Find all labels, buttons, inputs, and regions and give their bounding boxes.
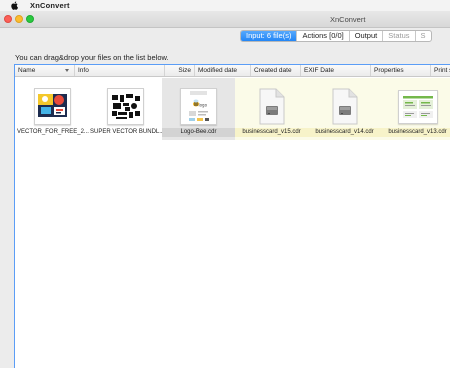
file-item[interactable]: logo Logo-Bee.cdr <box>162 78 235 140</box>
column-info[interactable]: Info <box>75 65 165 76</box>
tab-settings[interactable]: S <box>416 31 431 41</box>
column-print-size[interactable]: Print s <box>431 65 450 76</box>
tab-actions[interactable]: Actions [0/0] <box>297 31 350 41</box>
toolbar: Input: 6 file(s) Actions [0/0] Output St… <box>0 28 450 44</box>
column-name-label: Name <box>18 67 36 74</box>
column-modified-date[interactable]: Modified date <box>195 65 251 76</box>
file-item[interactable]: VECTOR_FOR_FREE_2... <box>16 78 89 140</box>
zoom-window-button[interactable] <box>26 15 34 23</box>
file-list[interactable]: Name Info Size Modified date Created dat… <box>14 64 450 368</box>
file-name: businesscard_v14.cdr <box>308 128 381 137</box>
file-item[interactable]: SUPER VECTOR BUNDL... <box>89 78 162 140</box>
file-item[interactable]: businesscard_v15.cdr <box>235 78 308 140</box>
drag-drop-hint: You can drag&drop your files on the list… <box>15 53 169 62</box>
logo-bee-thumbnail: logo <box>180 88 217 125</box>
window-title: XnConvert <box>330 15 366 24</box>
file-name: SUPER VECTOR BUNDL... <box>90 129 162 135</box>
column-exif-date[interactable]: EXIF Date <box>301 65 371 76</box>
colorful-vector-thumbnail <box>34 88 71 125</box>
file-name: VECTOR_FOR_FREE_2... <box>17 129 89 135</box>
svg-text:logo: logo <box>199 103 208 108</box>
column-created-date[interactable]: Created date <box>251 65 301 76</box>
app-menu[interactable]: XnConvert <box>30 1 70 10</box>
menubar: XnConvert <box>0 0 450 11</box>
file-name: businesscard_v13.cdr <box>381 128 450 137</box>
column-size[interactable]: Size <box>165 65 195 76</box>
tab-status[interactable]: Status <box>383 31 416 41</box>
column-name[interactable]: Name <box>15 65 75 76</box>
tab-input[interactable]: Input: 6 file(s) <box>241 31 298 41</box>
file-item[interactable]: businesscard_v13.cdr <box>381 78 450 140</box>
tab-output[interactable]: Output <box>350 31 384 41</box>
sort-arrow-icon <box>65 69 69 72</box>
file-item[interactable]: businesscard_v14.cdr <box>308 78 381 140</box>
generic-document-icon <box>330 88 359 126</box>
apple-icon[interactable] <box>11 1 19 10</box>
thumbnail-row: VECTOR_FOR_FREE_2... SUPER VECTOR BUNDL.… <box>16 78 450 140</box>
column-properties[interactable]: Properties <box>371 65 431 76</box>
column-header: Name Info Size Modified date Created dat… <box>15 65 450 77</box>
generic-document-icon <box>257 88 286 126</box>
close-window-button[interactable] <box>4 15 12 23</box>
tab-group: Input: 6 file(s) Actions [0/0] Output St… <box>240 30 432 42</box>
titlebar: XnConvert <box>0 11 450 28</box>
file-name: businesscard_v15.cdr <box>235 128 308 137</box>
minimize-window-button[interactable] <box>15 15 23 23</box>
businesscard-thumbnail <box>398 90 438 124</box>
file-name: Logo-Bee.cdr <box>162 128 235 137</box>
black-vector-thumbnail <box>107 88 144 125</box>
